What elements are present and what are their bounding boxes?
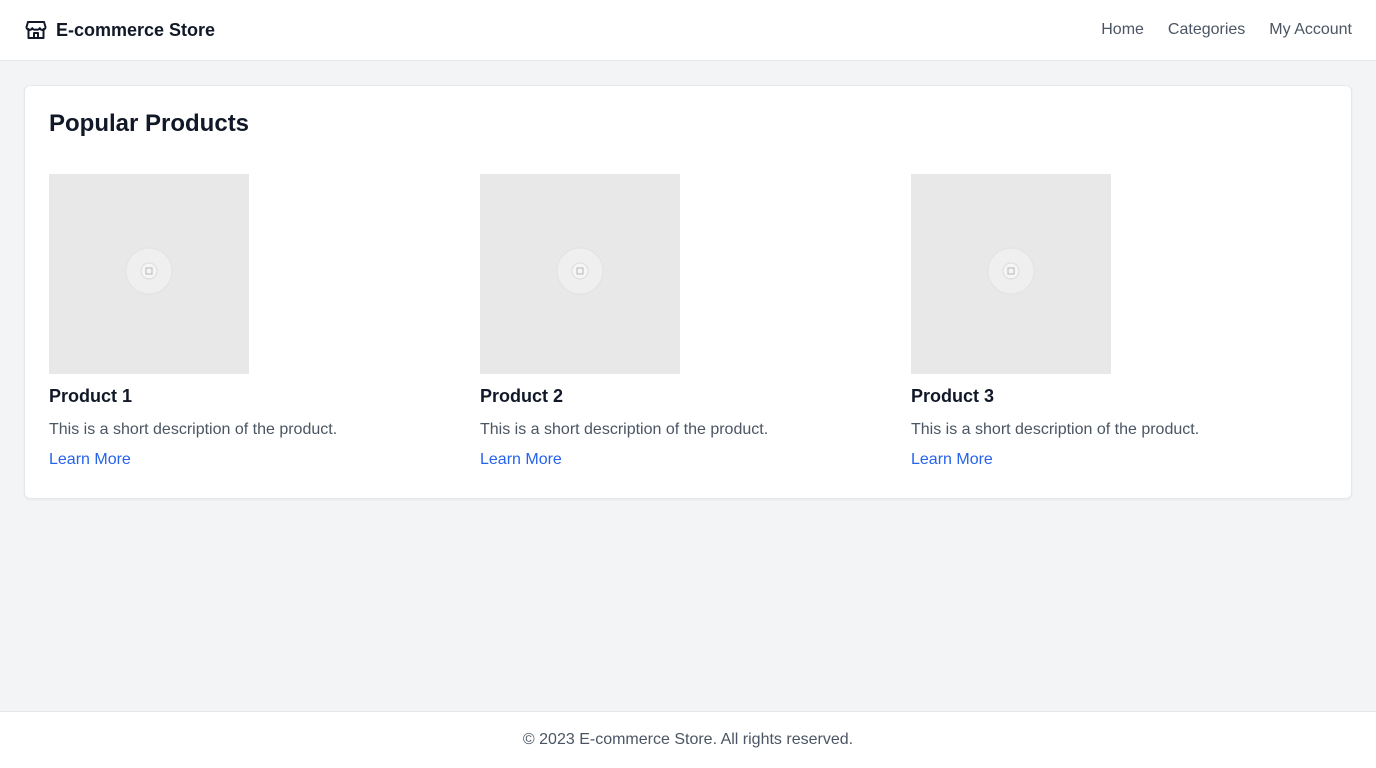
product-grid: Product 1 This is a short description of…	[49, 173, 1327, 469]
product-image	[911, 173, 1111, 374]
brand-name: E-commerce Store	[56, 19, 216, 40]
copyright-text: © 2023 E-commerce Store. All rights rese…	[522, 731, 854, 748]
product-card: Product 2 This is a short description of…	[480, 173, 879, 469]
nav-home-link[interactable]: Home	[1101, 21, 1144, 39]
site-header: E-commerce Store Home Categories My Acco…	[0, 0, 1376, 61]
product-description: This is a short description of the produ…	[480, 420, 769, 438]
main-nav: Home Categories My Account	[1101, 21, 1352, 39]
product-image	[49, 173, 249, 374]
nav-my-account-link[interactable]: My Account	[1269, 21, 1352, 39]
product-description: This is a short description of the produ…	[49, 420, 338, 438]
learn-more-link[interactable]: Learn More	[480, 451, 562, 469]
product-name: Product 2	[480, 385, 564, 406]
learn-more-link[interactable]: Learn More	[49, 451, 131, 469]
learn-more-link[interactable]: Learn More	[911, 451, 993, 469]
product-card: Product 3 This is a short description of…	[911, 173, 1310, 469]
popular-products-section: Popular Products Product 1 This is a sho…	[24, 85, 1352, 499]
image-placeholder-icon	[556, 247, 604, 300]
product-name: Product 3	[911, 385, 995, 406]
section-title: Popular Products	[49, 110, 250, 137]
product-description: This is a short description of the produ…	[911, 420, 1200, 438]
image-placeholder-icon	[987, 247, 1035, 300]
brand-link[interactable]: E-commerce Store	[24, 18, 215, 42]
image-placeholder-icon	[125, 247, 173, 300]
nav-categories-link[interactable]: Categories	[1168, 21, 1245, 39]
site-footer: © 2023 E-commerce Store. All rights rese…	[0, 711, 1376, 768]
product-name: Product 1	[49, 385, 133, 406]
product-card: Product 1 This is a short description of…	[49, 173, 448, 469]
storefront-icon	[24, 18, 48, 42]
product-image	[480, 173, 680, 374]
